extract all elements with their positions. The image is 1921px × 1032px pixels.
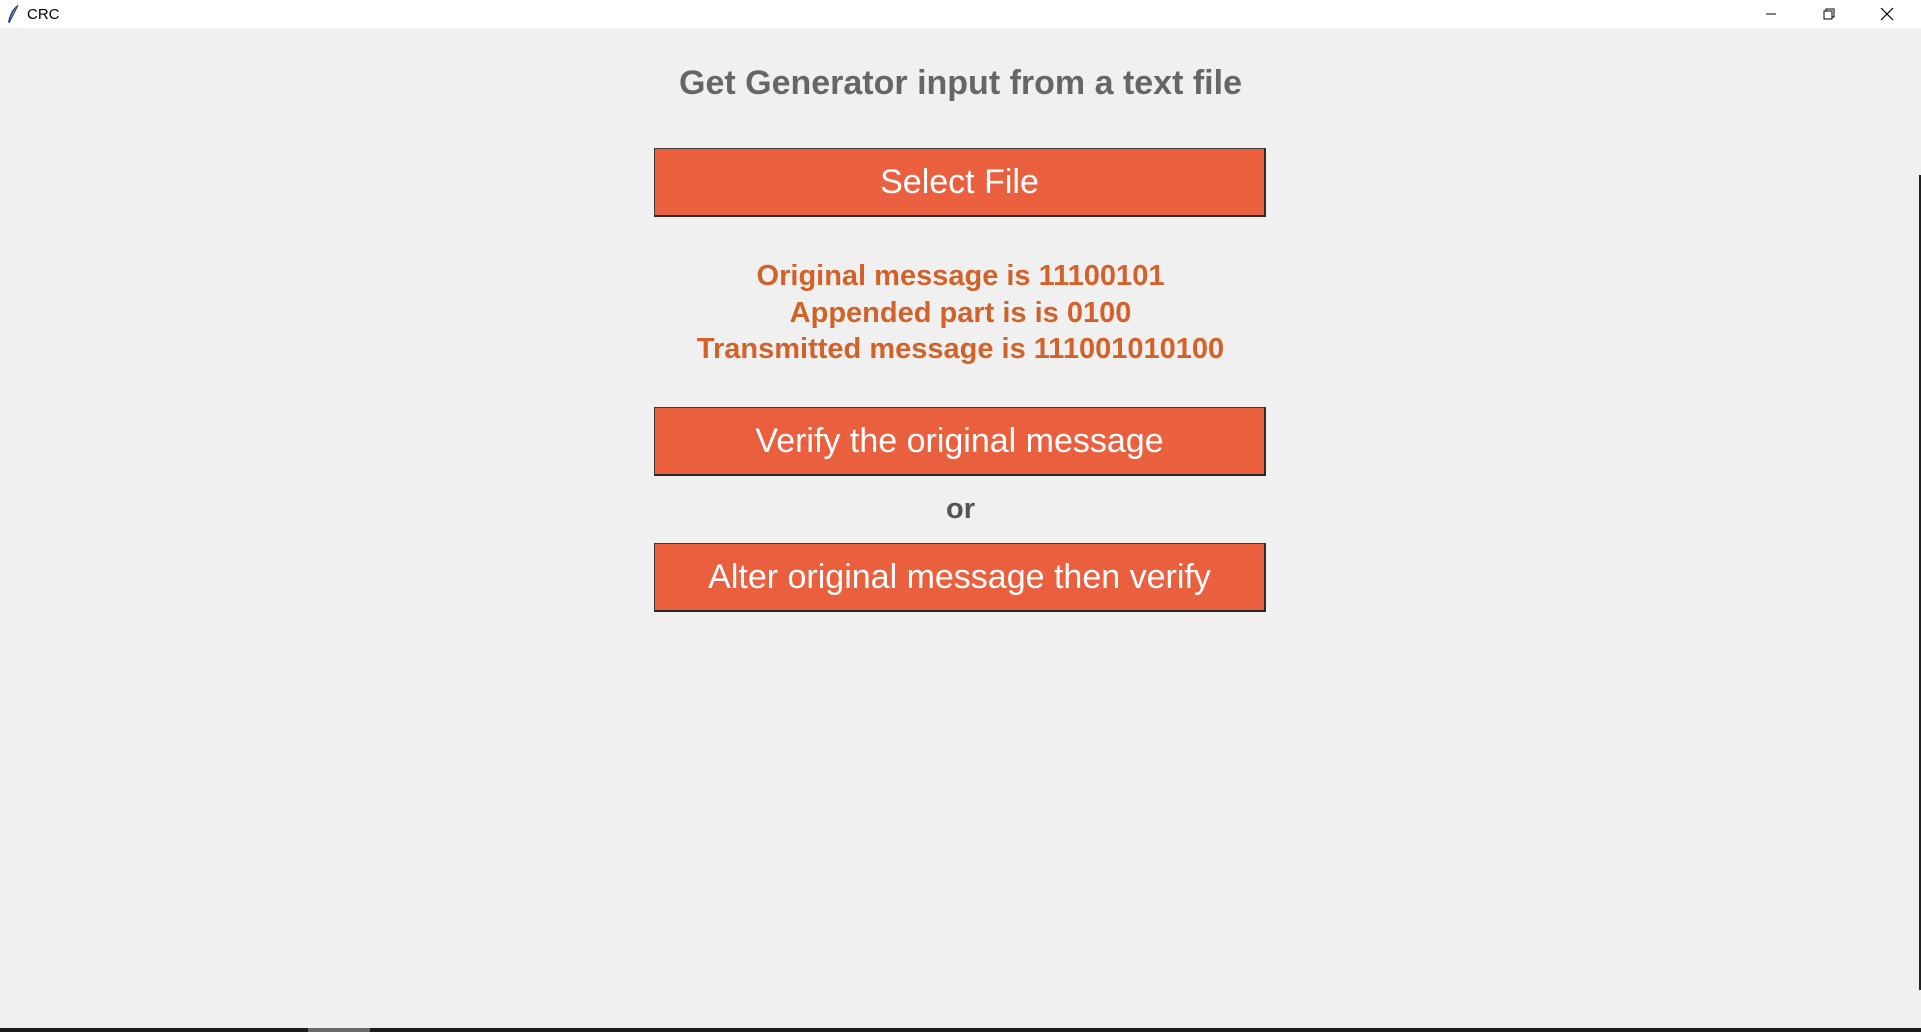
- close-icon: [1880, 7, 1894, 21]
- minimize-icon: [1765, 8, 1777, 20]
- transmitted-message-text: Transmitted message is 111001010100: [696, 333, 1225, 365]
- page-heading: Get Generator input from a text file: [679, 64, 1242, 102]
- original-message-text: Original message is 11100101: [756, 260, 1165, 292]
- restore-icon: [1823, 8, 1835, 20]
- title-bar[interactable]: CRC: [0, 0, 1921, 28]
- maximize-button[interactable]: [1800, 0, 1858, 28]
- select-file-button[interactable]: Select File: [654, 148, 1266, 217]
- window-title: CRC: [27, 6, 60, 23]
- or-label: or: [946, 493, 975, 525]
- close-button[interactable]: [1858, 0, 1916, 28]
- minimize-button[interactable]: [1742, 0, 1800, 28]
- bottom-edge-thumb: [308, 1028, 370, 1032]
- crc-window: CRC Get Generator input from a text file…: [0, 0, 1921, 1032]
- feather-icon: [6, 4, 20, 24]
- window-bottom-edge: [0, 1028, 1921, 1032]
- verify-original-button[interactable]: Verify the original message: [654, 407, 1266, 476]
- appended-part-text: Appended part is is 0100: [789, 297, 1132, 329]
- alter-then-verify-button[interactable]: Alter original message then verify: [654, 543, 1266, 612]
